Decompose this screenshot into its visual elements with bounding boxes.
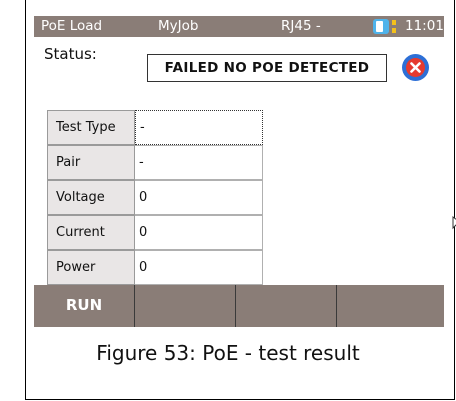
power-label: Power: [47, 250, 135, 285]
table-row: Power 0: [47, 250, 263, 285]
power-value[interactable]: 0: [135, 250, 263, 285]
test-type-label: Test Type: [47, 110, 135, 145]
voltage-label: Voltage: [47, 180, 135, 215]
softkey-4[interactable]: [337, 285, 444, 327]
test-type-value[interactable]: -: [135, 110, 263, 145]
pair-value[interactable]: -: [135, 145, 263, 180]
device-screen: PoE Load MyJob RJ45 - 11:01 Status: FAIL…: [34, 16, 456, 327]
run-button[interactable]: RUN: [34, 285, 135, 327]
battery-icon: [373, 19, 390, 34]
job-name: MyJob: [158, 18, 199, 34]
table-row: Voltage 0: [47, 180, 263, 215]
error-icon[interactable]: [402, 54, 429, 81]
voltage-value[interactable]: 0: [135, 180, 263, 215]
softkey-3[interactable]: [236, 285, 337, 327]
mouse-cursor-icon: [452, 216, 456, 230]
app-title: PoE Load: [41, 18, 103, 34]
figure-caption: Figure 53: PoE - test result: [96, 341, 360, 365]
table-row: Pair -: [47, 145, 263, 180]
pair-label: Pair: [47, 145, 135, 180]
status-bar: PoE Load MyJob RJ45 - 11:01: [34, 16, 444, 37]
status-value: FAILED NO POE DETECTED: [147, 54, 387, 82]
battery-level-icon: [392, 20, 396, 33]
port-indicator: RJ45 -: [281, 18, 321, 34]
current-value[interactable]: 0: [135, 215, 263, 250]
table-row: Test Type -: [47, 110, 263, 145]
clock: 11:01: [405, 18, 444, 34]
status-label: Status:: [44, 45, 97, 63]
results-table: Test Type - Pair - Voltage 0 Current 0 P…: [47, 110, 263, 285]
softkey-bar: RUN: [34, 285, 444, 327]
table-row: Current 0: [47, 215, 263, 250]
current-label: Current: [47, 215, 135, 250]
softkey-2[interactable]: [135, 285, 236, 327]
